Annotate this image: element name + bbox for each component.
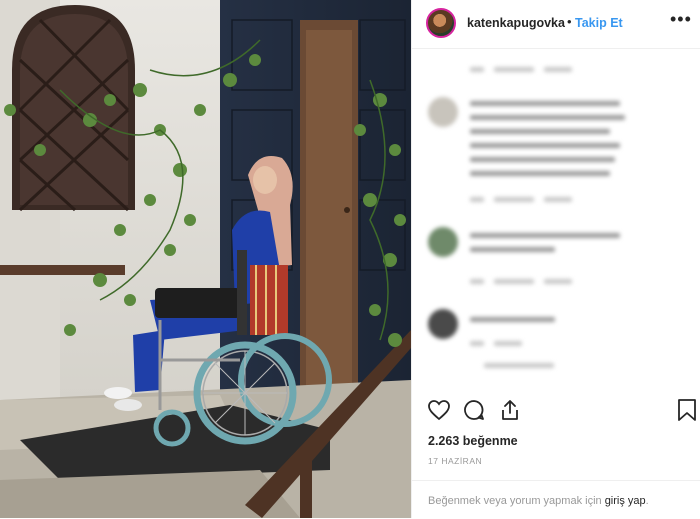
heart-icon[interactable] — [427, 398, 451, 422]
share-icon[interactable] — [498, 398, 522, 422]
comment-icon[interactable] — [462, 398, 486, 422]
post-details-panel: katenkapugovka • Takip Et ••• 2.263 beğe… — [411, 0, 700, 518]
login-prompt-text: Beğenmek veya yorum yapmak için giriş ya… — [428, 495, 649, 507]
post-header: katenkapugovka • Takip Et ••• — [412, 0, 700, 49]
login-link[interactable]: giriş yap — [605, 495, 646, 507]
photo-illustration — [0, 0, 411, 518]
login-prompt: Beğenmek veya yorum yapmak için giriş ya… — [412, 480, 700, 519]
separator-dot: • — [567, 14, 572, 29]
more-options-icon[interactable]: ••• — [670, 9, 692, 30]
login-prefix: Beğenmek veya yorum yapmak için — [428, 495, 605, 507]
post-date: 17 HAZİRAN — [428, 456, 483, 466]
username-link[interactable]: katenkapugovka — [467, 16, 565, 30]
action-bar — [412, 398, 700, 428]
post-photo — [0, 0, 411, 518]
login-suffix: . — [645, 495, 649, 507]
follow-button[interactable]: Takip Et — [575, 16, 623, 30]
likes-count[interactable]: 2.263 beğenme — [428, 434, 518, 448]
bookmark-icon[interactable] — [676, 398, 698, 422]
comments-list — [412, 49, 700, 389]
avatar[interactable] — [426, 8, 456, 38]
